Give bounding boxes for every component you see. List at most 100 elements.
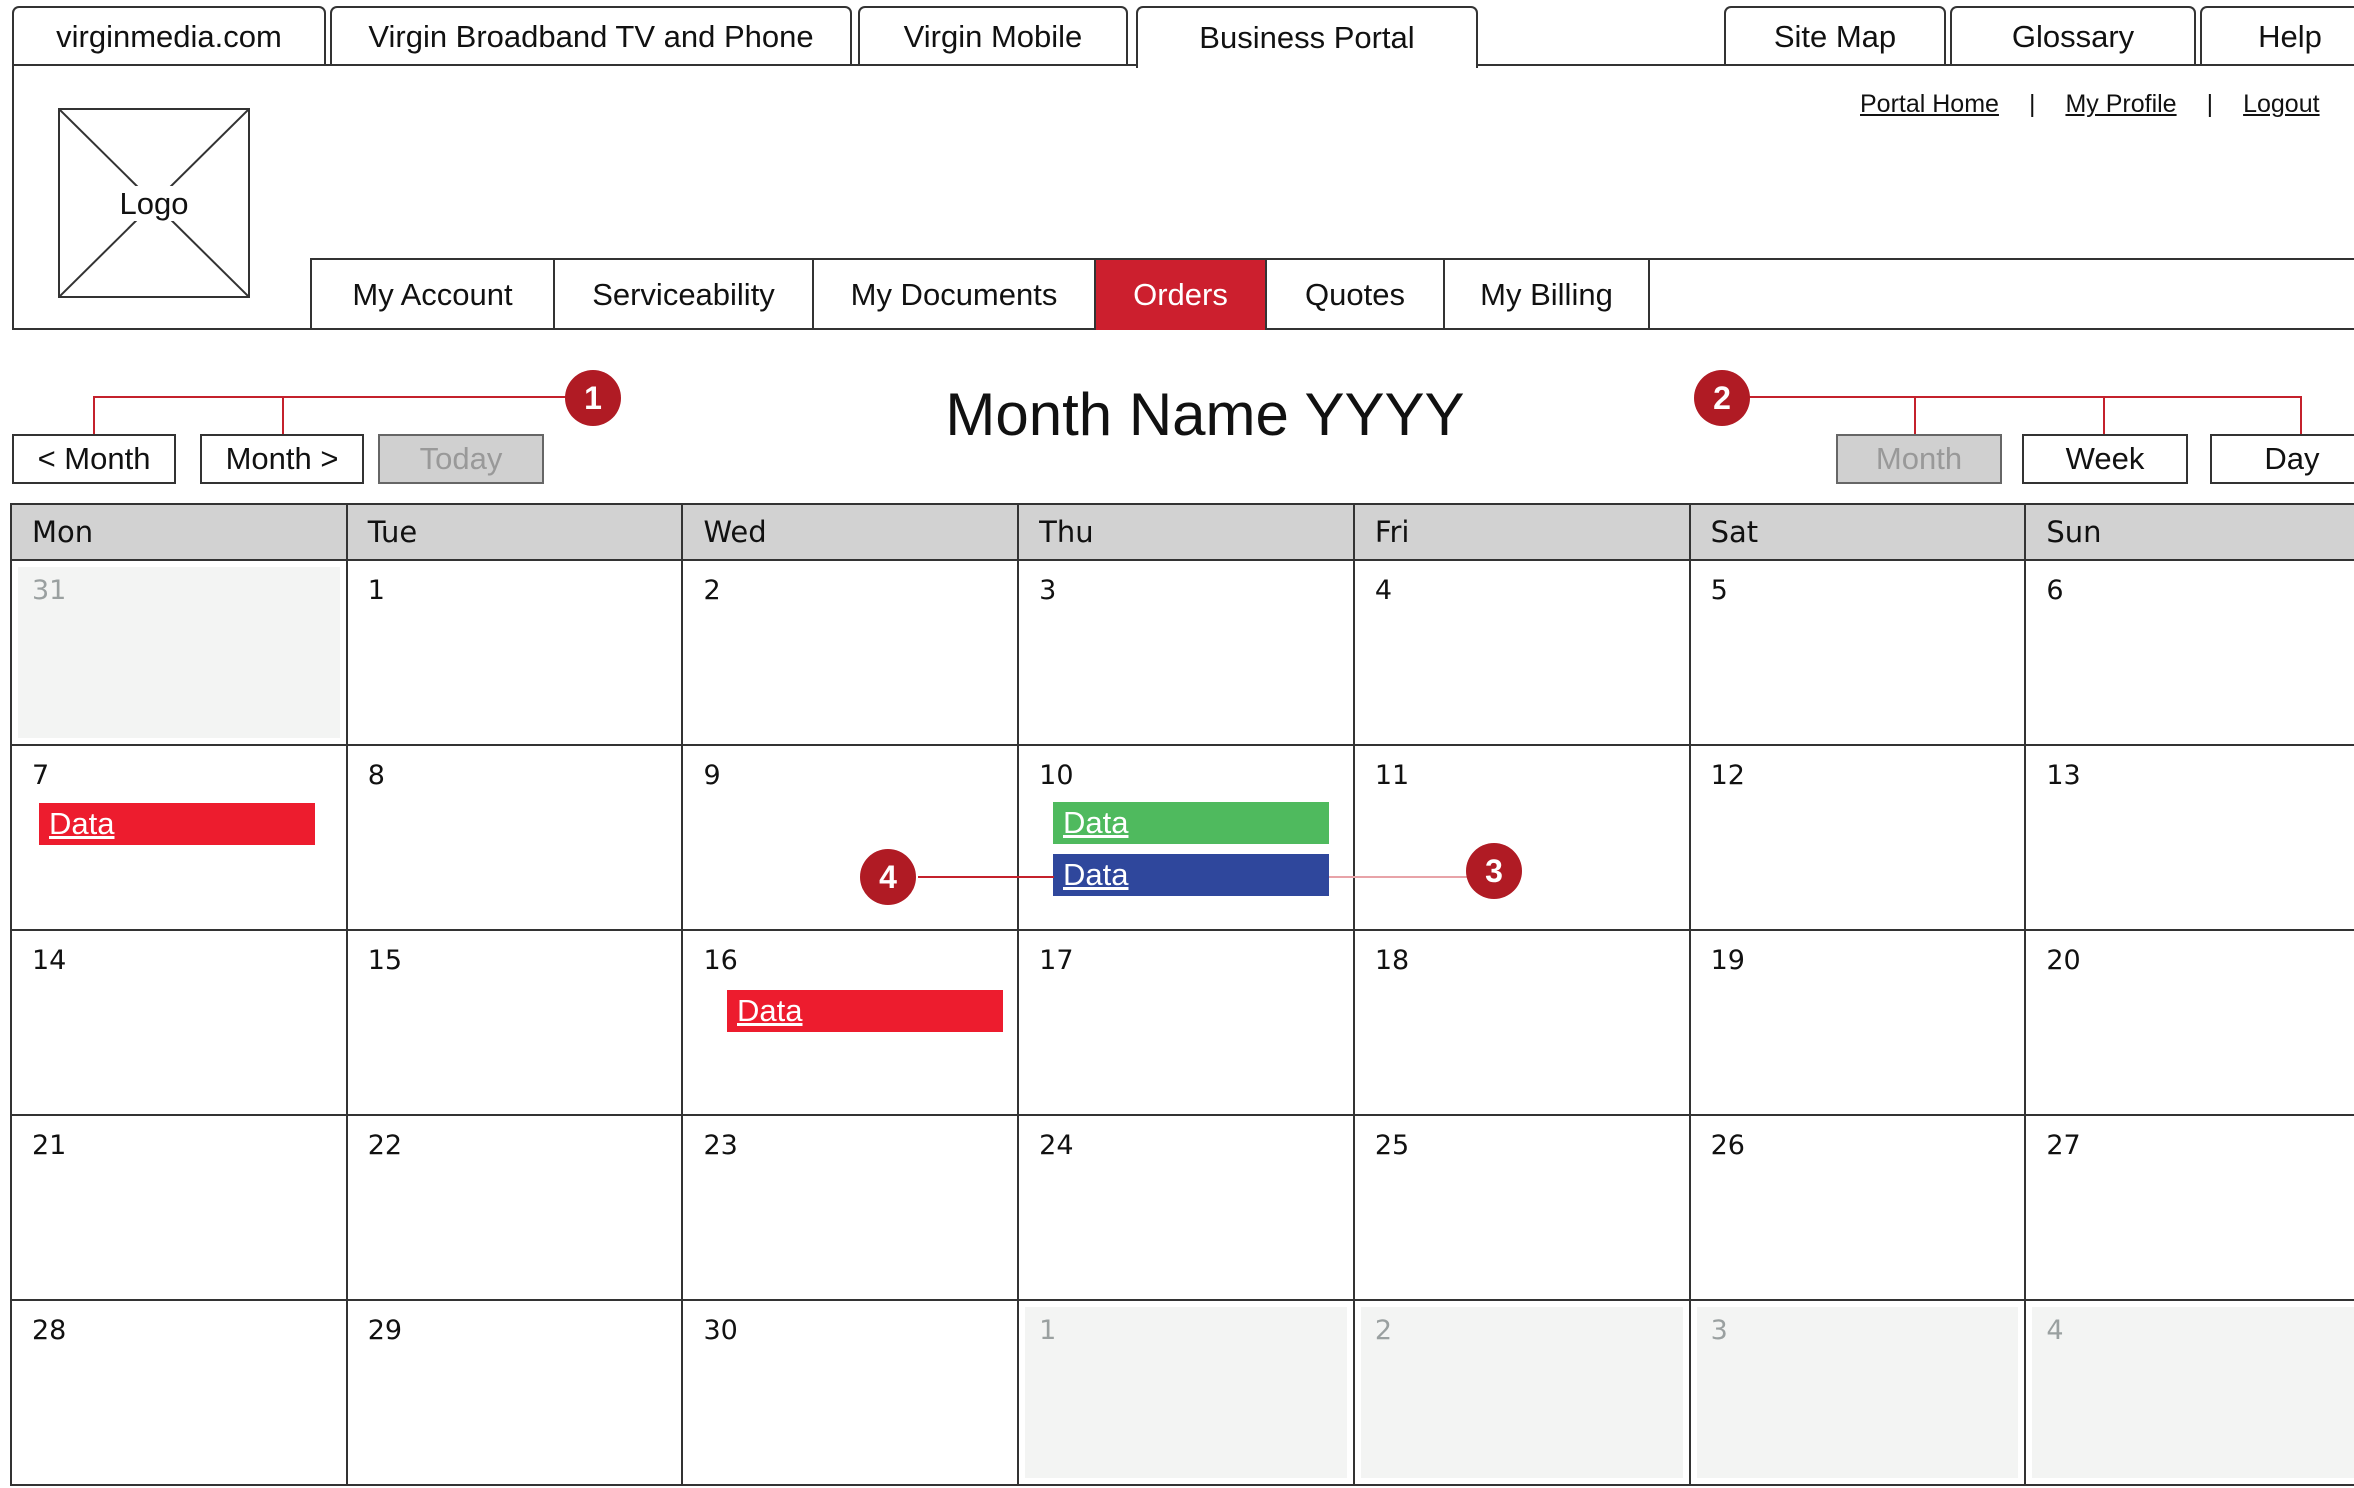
- callout-4: 4: [860, 849, 916, 905]
- calendar-day-outside-month[interactable]: 2: [1355, 1301, 1691, 1484]
- tab-glossary[interactable]: Glossary: [1950, 6, 2196, 66]
- calendar-day[interactable]: 24: [1019, 1116, 1355, 1299]
- separator: |: [2206, 90, 2214, 118]
- nav-my-documents[interactable]: My Documents: [814, 260, 1096, 330]
- calendar-day[interactable]: 2: [683, 561, 1020, 744]
- calendar-day[interactable]: 6: [2026, 561, 2354, 744]
- calendar-day[interactable]: 28: [12, 1301, 348, 1484]
- next-month-button[interactable]: Month >: [200, 434, 364, 484]
- tab-virgin-mobile[interactable]: Virgin Mobile: [858, 6, 1128, 66]
- day-number: 23: [703, 1130, 738, 1161]
- event-data[interactable]: Data: [1053, 802, 1329, 844]
- calendar-day[interactable]: 15: [348, 931, 684, 1114]
- day-number: 17: [1039, 945, 1074, 976]
- day-number: 2: [1374, 1315, 1393, 1346]
- calendar-day[interactable]: 3: [1019, 561, 1355, 744]
- callout-connector: [282, 396, 284, 434]
- day-number: 7: [32, 760, 50, 791]
- day-fill: [1696, 1307, 2019, 1478]
- callout-connector: [2300, 396, 2302, 434]
- day-header-tue: Tue: [348, 505, 684, 559]
- calendar-day[interactable]: 26: [1691, 1116, 2027, 1299]
- day-fill: [2032, 1307, 2354, 1478]
- day-number: 4: [2046, 1315, 2064, 1346]
- day-number: 14: [32, 945, 67, 976]
- nav-my-billing[interactable]: My Billing: [1445, 260, 1650, 330]
- calendar-day[interactable]: 19: [1691, 931, 2027, 1114]
- day-header-wed: Wed: [683, 505, 1020, 559]
- calendar-day[interactable]: 18: [1355, 931, 1691, 1114]
- nav-quotes[interactable]: Quotes: [1267, 260, 1445, 330]
- logout-link[interactable]: Logout: [2243, 90, 2319, 118]
- callout-connector: [1914, 396, 1916, 434]
- calendar-day[interactable]: 13: [2026, 746, 2354, 929]
- calendar-day[interactable]: 21: [12, 1116, 348, 1299]
- calendar-day[interactable]: 9: [683, 746, 1020, 929]
- week-view-button[interactable]: Week: [2022, 434, 2188, 484]
- calendar-day[interactable]: 30: [683, 1301, 1020, 1484]
- calendar-day[interactable]: 14: [12, 931, 348, 1114]
- nav-serviceability[interactable]: Serviceability: [555, 260, 814, 330]
- month-view-button[interactable]: Month: [1836, 434, 2002, 484]
- day-number: 11: [1374, 760, 1410, 791]
- calendar-day[interactable]: 1: [348, 561, 684, 744]
- calendar-day[interactable]: 22: [348, 1116, 684, 1299]
- day-number: 3: [1710, 1315, 1728, 1346]
- tab-business-portal[interactable]: Business Portal: [1136, 6, 1478, 68]
- callout-connector: [2103, 396, 2105, 434]
- calendar-day[interactable]: 29: [348, 1301, 684, 1484]
- tab-virginmedia[interactable]: virginmedia.com: [12, 6, 326, 66]
- day-number: 1: [1039, 1315, 1057, 1346]
- calendar-day[interactable]: 25: [1355, 1116, 1691, 1299]
- today-button[interactable]: Today: [378, 434, 544, 484]
- day-number: 20: [2046, 945, 2081, 976]
- calendar-day[interactable]: 12: [1691, 746, 2027, 929]
- day-number: 5: [1710, 575, 1728, 606]
- prev-month-button[interactable]: < Month: [12, 434, 176, 484]
- callout-connector: [1722, 396, 2302, 398]
- calendar-day[interactable]: 20: [2026, 931, 2354, 1114]
- tab-site-map[interactable]: Site Map: [1724, 6, 1946, 66]
- utility-links: Portal Home | My Profile | Logout: [1860, 90, 2320, 119]
- calendar-day[interactable]: 23: [683, 1116, 1020, 1299]
- day-number: 22: [367, 1130, 403, 1161]
- callout-1: 1: [565, 370, 621, 426]
- day-number: 6: [2046, 575, 2064, 606]
- calendar-day-outside-month[interactable]: 4: [2026, 1301, 2354, 1484]
- nav-orders[interactable]: Orders: [1096, 260, 1267, 330]
- day-header-sat: Sat: [1691, 505, 2027, 559]
- day-number: 4: [1374, 575, 1393, 606]
- calendar-day[interactable]: 27: [2026, 1116, 2354, 1299]
- event-data[interactable]: Data: [1053, 854, 1329, 896]
- my-profile-link[interactable]: My Profile: [2065, 90, 2176, 118]
- day-view-button[interactable]: Day: [2210, 434, 2354, 484]
- calendar-day[interactable]: 5: [1691, 561, 2027, 744]
- calendar-grid: Mon Tue Wed Thu Fri Sat Sun 31 1 2 3 4 5 6 7 8 9 1…: [10, 503, 2354, 1486]
- callout-connector: [93, 396, 593, 398]
- day-number: 16: [703, 945, 738, 976]
- day-number: 21: [32, 1130, 67, 1161]
- nav-divider: [1645, 258, 2354, 260]
- callout-2: 2: [1694, 370, 1750, 426]
- calendar-day[interactable]: 4: [1355, 561, 1691, 744]
- event-data[interactable]: Data: [39, 803, 315, 845]
- calendar-header: Mon Tue Wed Thu Fri Sat Sun: [12, 505, 2354, 561]
- calendar-day-outside-month[interactable]: 31: [12, 561, 348, 744]
- day-header-sun: Sun: [2026, 505, 2354, 559]
- calendar-day-outside-month[interactable]: 1: [1019, 1301, 1355, 1484]
- day-header-thu: Thu: [1019, 505, 1355, 559]
- tab-help[interactable]: Help: [2200, 6, 2354, 66]
- tab-virgin-broadband[interactable]: Virgin Broadband TV and Phone: [330, 6, 852, 66]
- day-header-fri: Fri: [1355, 505, 1691, 559]
- portal-home-link[interactable]: Portal Home: [1860, 90, 1999, 118]
- callout-connector: [1329, 876, 1469, 878]
- day-number: 25: [1374, 1130, 1410, 1161]
- event-data[interactable]: Data: [727, 990, 1003, 1032]
- nav-my-account[interactable]: My Account: [312, 260, 555, 330]
- day-number: 30: [703, 1315, 738, 1346]
- logo[interactable]: Logo: [58, 108, 250, 298]
- calendar-day[interactable]: 17: [1019, 931, 1355, 1114]
- calendar-day[interactable]: 11: [1355, 746, 1691, 929]
- calendar-day[interactable]: 8: [348, 746, 684, 929]
- calendar-day-outside-month[interactable]: 3: [1691, 1301, 2027, 1484]
